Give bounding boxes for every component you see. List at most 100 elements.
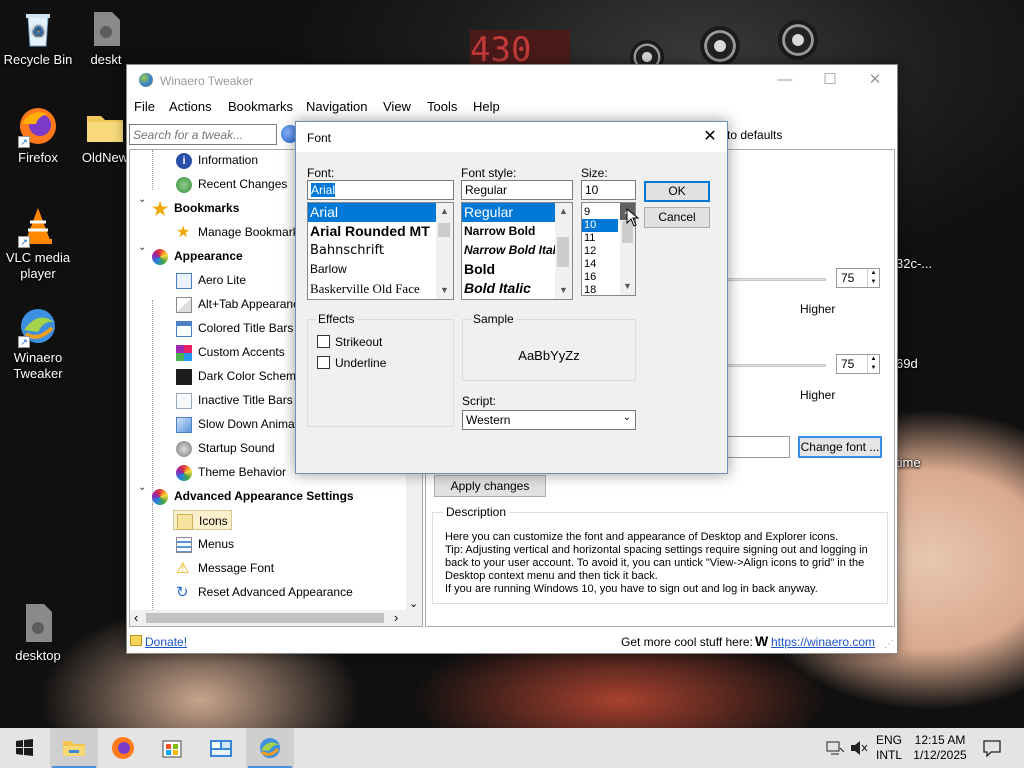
menu-bookmarks[interactable]: Bookmarks (228, 99, 293, 114)
scroll-up-icon[interactable]: ▲ (555, 203, 572, 220)
expand-toggle[interactable]: ⌄ (138, 194, 148, 205)
spinner-arrows-icon[interactable]: ▲ ▼ (867, 355, 879, 373)
cancel-button[interactable]: Cancel (644, 207, 710, 228)
tree-category-bookmarks[interactable]: ★ Bookmarks (152, 198, 239, 218)
tree-item-custom-accents[interactable]: Custom Accents (176, 342, 285, 362)
taskbar-winaero[interactable] (246, 728, 294, 768)
tree-item-theme-behavior[interactable]: Theme Behavior (176, 462, 286, 482)
size-list-item[interactable]: 18 (582, 284, 618, 295)
scroll-up-icon[interactable]: ▲ (436, 203, 453, 220)
size-list-item[interactable]: 16 (582, 271, 618, 284)
desktop-partial-label[interactable]: time (896, 455, 936, 471)
menu-navigation[interactable]: Navigation (306, 99, 367, 114)
font-list-item[interactable]: Arial (308, 203, 436, 222)
donate-link[interactable]: Donate! (145, 635, 187, 649)
menu-tools[interactable]: Tools (427, 99, 457, 114)
spacing-slider-track[interactable] (716, 364, 826, 367)
title-bar[interactable]: Winaero Tweaker — ☐ ✕ (127, 65, 897, 95)
font-list-item[interactable]: Arial Rounded MT (308, 222, 436, 241)
size-list-item[interactable]: 9 (582, 206, 618, 219)
tree-item-menus[interactable]: Menus (176, 534, 234, 554)
font-list[interactable]: Arial Arial Rounded MT Bahnschrift Barlo… (307, 202, 454, 300)
spacing-slider-track[interactable] (716, 278, 826, 281)
scroll-down-icon[interactable]: ▼ (555, 282, 572, 299)
size-input[interactable]: 10 (581, 180, 636, 200)
menu-view[interactable]: View (383, 99, 411, 114)
menu-actions[interactable]: Actions (169, 99, 212, 114)
start-button[interactable] (0, 728, 48, 768)
winaero-link[interactable]: https://winaero.com (771, 635, 875, 649)
desktop-icon-firefox[interactable]: ↗ Firefox (0, 106, 76, 166)
font-name-input[interactable]: Arial (307, 180, 454, 200)
notifications-icon[interactable] (982, 739, 1002, 757)
tree-category-appearance[interactable]: Appearance (152, 246, 243, 266)
scroll-right-icon[interactable]: › (394, 610, 398, 625)
tree-item-startup-sound[interactable]: Startup Sound (176, 438, 275, 458)
spinner-arrows-icon[interactable]: ▲ ▼ (867, 269, 879, 287)
scroll-left-icon[interactable]: ‹ (134, 610, 138, 625)
tree-item-aero-lite[interactable]: Aero Lite (176, 270, 246, 290)
font-list-item[interactable]: Barlow (308, 260, 436, 279)
scroll-thumb[interactable] (438, 223, 450, 237)
font-list-item[interactable]: Bahnschrift (308, 241, 436, 260)
minimize-button[interactable]: — (763, 65, 807, 95)
volume-muted-icon[interactable] (850, 740, 868, 756)
font-list-item[interactable]: Baskerville Old Face (308, 279, 436, 298)
checkbox-box[interactable] (317, 335, 330, 348)
search-input[interactable] (129, 124, 277, 145)
size-list-item[interactable]: 10 (582, 219, 618, 232)
desktop-icon-winaero[interactable]: ↗ Winaero Tweaker (0, 306, 76, 382)
size-list-item[interactable]: 11 (582, 232, 618, 245)
tree-item-manage-bookmarks[interactable]: ★ Manage Bookmarks (176, 222, 305, 242)
maximize-button[interactable]: ☐ (808, 65, 852, 95)
font-style-scrollbar[interactable]: ▲ ▼ (555, 203, 572, 299)
dialog-title-bar[interactable]: Font ✕ (296, 122, 727, 152)
tree-item-reset-advanced-appearance[interactable]: ↻ Reset Advanced Appearance (176, 582, 353, 602)
strikeout-checkbox[interactable]: Strikeout (317, 335, 382, 349)
tree-item-recent-changes[interactable]: Recent Changes (176, 174, 287, 194)
scroll-down-icon[interactable]: ▼ (620, 278, 635, 295)
underline-checkbox[interactable]: Underline (317, 356, 386, 370)
apply-changes-button[interactable]: Apply changes (434, 475, 546, 497)
size-list-item[interactable]: 12 (582, 245, 618, 258)
scroll-thumb[interactable] (146, 613, 384, 623)
font-style-list[interactable]: Regular Narrow Bold Narrow Bold Italic B… (461, 202, 573, 300)
script-select[interactable]: Western ⌄ (462, 410, 636, 430)
reset-to-defaults-link[interactable]: to defaults (727, 128, 782, 142)
tree-horizontal-scrollbar[interactable]: ‹ › (130, 610, 422, 626)
tree-item-dark-color-scheme[interactable]: Dark Color Scheme (176, 366, 303, 386)
tree-item-message-font[interactable]: ⚠ Message Font (176, 558, 274, 578)
network-icon[interactable] (826, 740, 844, 756)
desktop-partial-label[interactable]: 69d (896, 356, 936, 372)
checkbox-box[interactable] (317, 356, 330, 369)
font-list-scrollbar[interactable]: ▲ ▼ (436, 203, 453, 299)
resize-grip-icon[interactable]: ⋰ (884, 639, 894, 650)
desktop-partial-label[interactable]: 32c-... (896, 256, 936, 272)
language-indicator[interactable]: ENG INTL (870, 728, 908, 768)
ok-button[interactable]: OK (644, 181, 710, 202)
tree-item-inactive-title-bars[interactable]: Inactive Title Bars Co (176, 390, 311, 410)
tree-category-advanced-appearance[interactable]: Advanced Appearance Settings (152, 486, 354, 506)
scroll-thumb[interactable] (557, 237, 569, 267)
size-list-item[interactable]: 14 (582, 258, 618, 271)
expand-toggle[interactable]: ⌄ (138, 242, 148, 253)
dialog-close-button[interactable]: ✕ (693, 122, 727, 152)
taskbar-file-explorer[interactable] (50, 728, 98, 768)
tree-item-icons[interactable]: Icons (173, 510, 232, 530)
menu-help[interactable]: Help (473, 99, 500, 114)
font-style-item[interactable]: Regular (462, 203, 555, 222)
menu-file[interactable]: File (134, 99, 155, 114)
close-button[interactable]: ✕ (853, 65, 897, 95)
taskbar-control-panel[interactable] (197, 728, 245, 768)
font-style-input[interactable]: Regular (461, 180, 573, 200)
tree-item-information[interactable]: i Information (176, 150, 258, 170)
desktop-icon-vlc[interactable]: ↗ VLC media player (0, 206, 76, 282)
expand-toggle[interactable]: ⌄ (138, 482, 148, 493)
desktop-icon-deskt[interactable]: deskt (76, 8, 136, 68)
tree-item-colored-title-bars[interactable]: Colored Title Bars (176, 318, 293, 338)
tree-item-slow-down-animation[interactable]: Slow Down Animation (176, 414, 314, 434)
scroll-down-icon[interactable]: ⌄ (409, 597, 418, 610)
horizontal-spacing-spinner[interactable]: 75 ▲ ▼ (836, 268, 880, 288)
scroll-down-icon[interactable]: ▼ (436, 282, 453, 299)
taskbar-store[interactable] (148, 728, 196, 768)
